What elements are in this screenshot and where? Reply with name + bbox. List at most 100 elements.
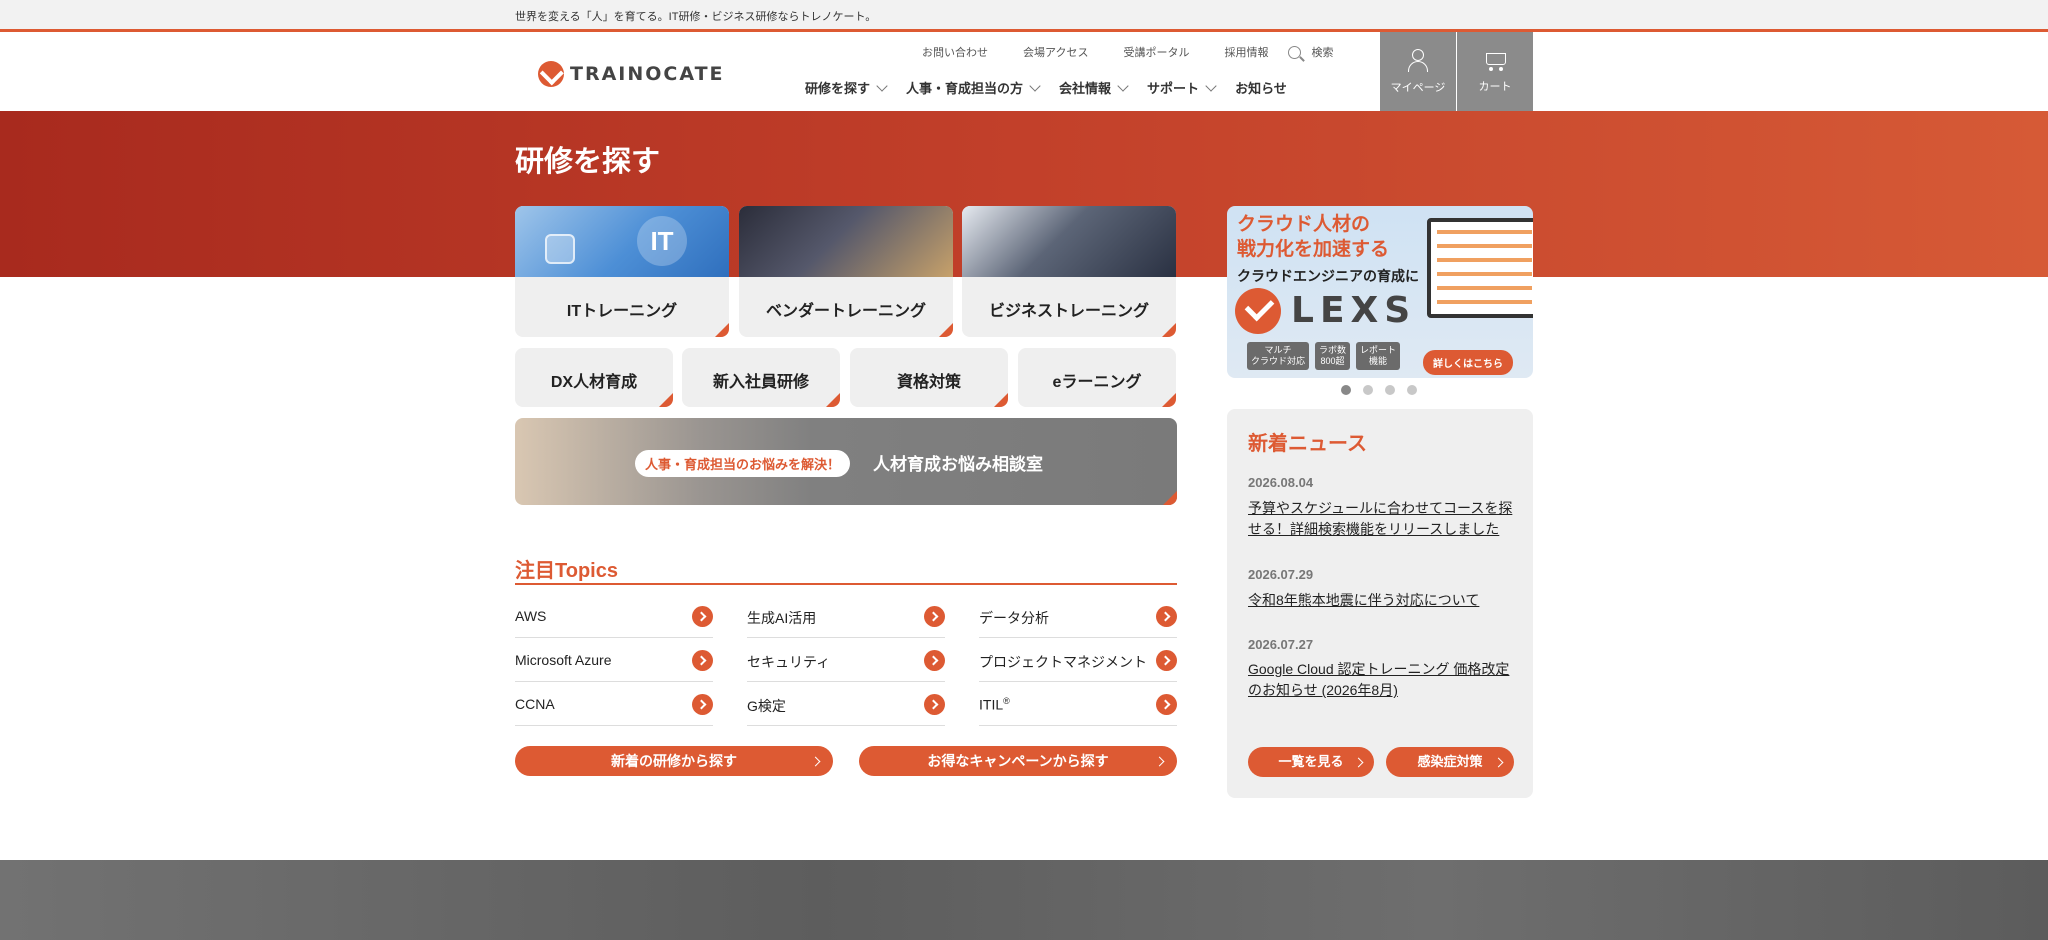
lexs-subheading: クラウドエンジニアの育成に (1237, 268, 1419, 284)
arrow-right-icon (924, 694, 945, 715)
news-link[interactable]: Google Cloud 認定トレーニング 価格改定のお知らせ (2026年8月… (1248, 659, 1518, 701)
topic-item[interactable]: データ分析 (979, 594, 1177, 638)
news-date: 2026.08.04 (1248, 475, 1314, 490)
card-new-employee[interactable]: 新入社員研修 (682, 348, 840, 407)
card-label: ビジネストレーニング (988, 303, 1149, 320)
it-badge: IT (637, 216, 687, 266)
mypage-label: マイページ (1390, 81, 1446, 94)
topic-item[interactable]: G検定 (747, 682, 945, 726)
nav-item-support[interactable]: サポート (1147, 78, 1217, 97)
promo-pill: 人事・育成担当のお悩みを解決！ (635, 450, 851, 477)
util-link-contact[interactable]: お問い合わせ (922, 44, 988, 60)
topic-item[interactable]: プロジェクトマネジメント (979, 638, 1177, 682)
chevron-down-icon (876, 79, 888, 92)
card-label: 新入社員研修 (712, 374, 809, 391)
logo-mark-icon (538, 61, 564, 87)
lexs-logo: LEXS (1291, 290, 1417, 331)
consultation-banner[interactable]: 人事・育成担当のお悩みを解決！ 人材育成お悩み相談室 (515, 418, 1177, 505)
topics-title: 注目Topics (515, 560, 618, 582)
arrow-right-icon (924, 606, 945, 627)
topic-label: G検定 (747, 698, 786, 714)
top-tagline-bar: 世界を変える「人」を育てる。IT研修・ビジネス研修ならトレノケート。 (0, 0, 2048, 32)
site-logo[interactable]: TRAINOCATE (538, 61, 725, 87)
news-list-button[interactable]: 一覧を見る (1248, 747, 1374, 777)
infection-measures-button[interactable]: 感染症対策 (1386, 747, 1514, 777)
chip-icon (545, 234, 575, 264)
card-dx[interactable]: DX人材育成 (515, 348, 673, 407)
tagline: 世界を変える「人」を育てる。IT研修・ビジネス研修ならトレノケート。 (515, 11, 877, 23)
nav-item-news[interactable]: お知らせ (1235, 78, 1287, 97)
campaign-button[interactable]: お得なキャンペーンから探す (859, 746, 1177, 776)
arrow-right-icon (1156, 606, 1177, 627)
nav-label: 研修を探す (805, 81, 871, 96)
business-training-image (962, 206, 1176, 277)
nav-item-hr[interactable]: 人事・育成担当の方 (906, 78, 1041, 97)
topics-divider (515, 583, 1177, 585)
topic-item[interactable]: 生成AI活用 (747, 594, 945, 638)
utility-nav: お問い合わせ 会場アクセス 受講ポータル 採用情報 検索 (922, 44, 1333, 60)
arrow-right-icon (924, 650, 945, 671)
lexs-tag: マルチ クラウド対応 (1247, 342, 1310, 370)
carousel-dot[interactable] (1385, 385, 1395, 395)
main-nav: 研修を探す 人事・育成担当の方 会社情報 サポート お知らせ (805, 78, 1307, 97)
carousel-dot[interactable] (1363, 385, 1373, 395)
nav-label: 会社情報 (1059, 81, 1112, 96)
card-elearning[interactable]: eラーニング (1018, 348, 1176, 407)
topic-label: 生成AI活用 (747, 610, 817, 626)
page-title: 研修を探す (515, 146, 661, 178)
topic-label: CCNA (515, 696, 555, 712)
it-training-image: IT (515, 206, 729, 277)
search-label: 検索 (1311, 47, 1334, 59)
logo-text: TRAINOCATE (570, 63, 725, 85)
util-link-portal[interactable]: 受講ポータル (1123, 44, 1189, 60)
chevron-down-icon (1117, 79, 1129, 92)
news-date: 2026.07.27 (1248, 637, 1314, 652)
lexs-heading-line: 戦力化を加速する (1237, 239, 1390, 260)
topic-item[interactable]: セキュリティ (747, 638, 945, 682)
util-link-recruit[interactable]: 採用情報 (1224, 44, 1268, 60)
nav-item-find-training[interactable]: 研修を探す (805, 78, 888, 97)
news-link[interactable]: 令和8年熊本地震に伴う対応について (1248, 590, 1518, 611)
cart-button[interactable]: カート (1457, 32, 1533, 111)
util-link-access[interactable]: 会場アクセス (1023, 44, 1088, 60)
lexs-tag: レポート 機能 (1356, 342, 1401, 370)
new-courses-button[interactable]: 新着の研修から探す (515, 746, 833, 776)
carousel-dot[interactable] (1407, 385, 1417, 395)
search-button[interactable]: 検索 (1288, 44, 1333, 60)
carousel-dot[interactable] (1341, 385, 1351, 395)
topic-item[interactable]: ITIL® (979, 682, 1177, 726)
news-link[interactable]: 予算やスケジュールに合わせてコースを探せる！詳細検索機能をリリースしました (1248, 498, 1518, 540)
topic-label: セキュリティ (747, 654, 831, 670)
arrow-right-icon (1156, 694, 1177, 715)
card-certification[interactable]: 資格対策 (850, 348, 1008, 407)
topic-item[interactable]: Microsoft Azure (515, 638, 713, 682)
topic-item[interactable]: CCNA (515, 682, 713, 726)
card-label: DX人材育成 (550, 374, 638, 391)
arrow-right-icon (1156, 650, 1177, 671)
topic-label: Microsoft Azure (515, 652, 612, 668)
chevron-down-icon (1205, 79, 1217, 92)
card-business-training[interactable]: ビジネストレーニング (962, 206, 1176, 337)
registered-mark: ® (1003, 696, 1010, 706)
nav-label: お知らせ (1235, 81, 1287, 96)
chevron-down-icon (1029, 79, 1041, 92)
lexs-tag: ラボ数 800超 (1315, 342, 1351, 370)
lexs-logo-mark-icon (1235, 288, 1281, 334)
nav-item-company[interactable]: 会社情報 (1059, 78, 1129, 97)
arrow-right-icon (692, 650, 713, 671)
mypage-button[interactable]: マイページ (1380, 32, 1456, 111)
topic-item[interactable]: AWS (515, 594, 713, 638)
lexs-details-button[interactable]: 詳しくはこちら (1423, 350, 1513, 375)
nav-label: サポート (1147, 81, 1200, 96)
arrow-right-icon (692, 606, 713, 627)
topic-label: データ分析 (979, 610, 1049, 626)
lexs-banner[interactable]: クラウド人材の 戦力化を加速する クラウドエンジニアの育成に LEXS マルチ … (1227, 206, 1533, 378)
lexs-heading-line: クラウド人材の (1237, 214, 1371, 235)
cart-label: カート (1478, 80, 1512, 93)
card-it-training[interactable]: IT ITトレーニング (515, 206, 729, 337)
news-title: 新着ニュース (1248, 433, 1367, 455)
vendor-training-image (739, 206, 953, 277)
topic-label: AWS (515, 608, 547, 624)
nav-label: 人事・育成担当の方 (906, 81, 1024, 96)
card-vendor-training[interactable]: ベンダートレーニング (739, 206, 953, 337)
